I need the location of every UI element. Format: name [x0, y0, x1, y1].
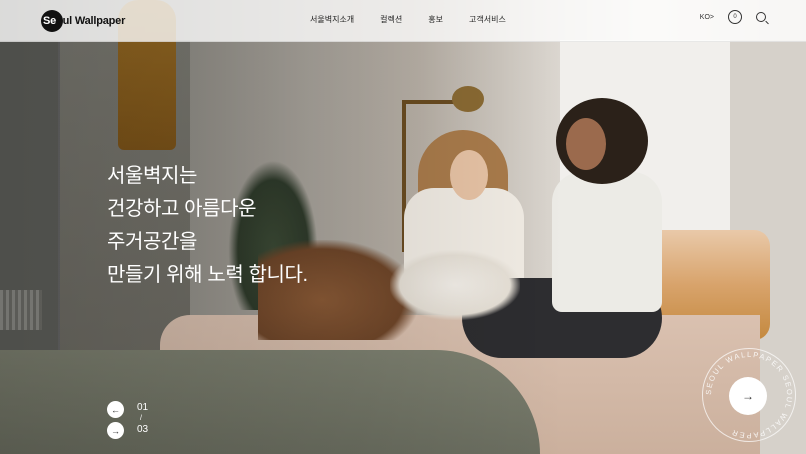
hero-line-4: 만들기 위해 노력 합니다. [107, 264, 308, 286]
hero-line-2: 건강하고 아름다운 [107, 198, 257, 220]
search-icon[interactable] [756, 12, 766, 22]
slider-next-button[interactable]: → [107, 422, 124, 439]
badge-arrow-button[interactable]: → [729, 377, 767, 415]
cart-count: 0 [733, 14, 737, 20]
main-nav: 서울벽지소개 컬렉션 홍보 고객서비스 [310, 14, 506, 25]
arrow-left-icon: ← [111, 404, 120, 415]
site-header: Seoul Wallpaper 서울벽지소개 컬렉션 홍보 고객서비스 KO> … [0, 0, 806, 42]
cart-icon[interactable]: 0 [728, 10, 742, 24]
header-utilities: KO> 0 [700, 10, 766, 24]
nav-item-customer-service[interactable]: 고객서비스 [469, 14, 506, 25]
slide-current: 01 [137, 402, 149, 413]
arrow-right-icon: → [111, 425, 120, 436]
hero-banner: Seoul Wallpaper 서울벽지소개 컬렉션 홍보 고객서비스 KO> … [0, 0, 806, 454]
arrow-right-icon: → [742, 389, 754, 403]
nav-item-about[interactable]: 서울벽지소개 [310, 14, 354, 25]
hero-line-3: 주거공간을 [107, 231, 197, 253]
hero-copy: 서울벽지는 건강하고 아름다운 주거공간을 만들기 위해 노력 합니다. [107, 160, 308, 292]
logo-text: Seoul Wallpaper [43, 15, 126, 27]
slide-total: 03 [137, 424, 149, 435]
hero-line-1: 서울벽지는 [107, 165, 197, 187]
nav-item-pr[interactable]: 홍보 [428, 14, 443, 25]
logo[interactable]: Seoul Wallpaper [41, 10, 125, 32]
nav-item-collection[interactable]: 컬렉션 [380, 14, 402, 25]
language-selector[interactable]: KO> [700, 14, 714, 21]
slide-counter: 01 / 03 [137, 402, 148, 435]
slider-prev-button[interactable]: ← [107, 401, 124, 418]
slide-separator: / [140, 415, 142, 422]
